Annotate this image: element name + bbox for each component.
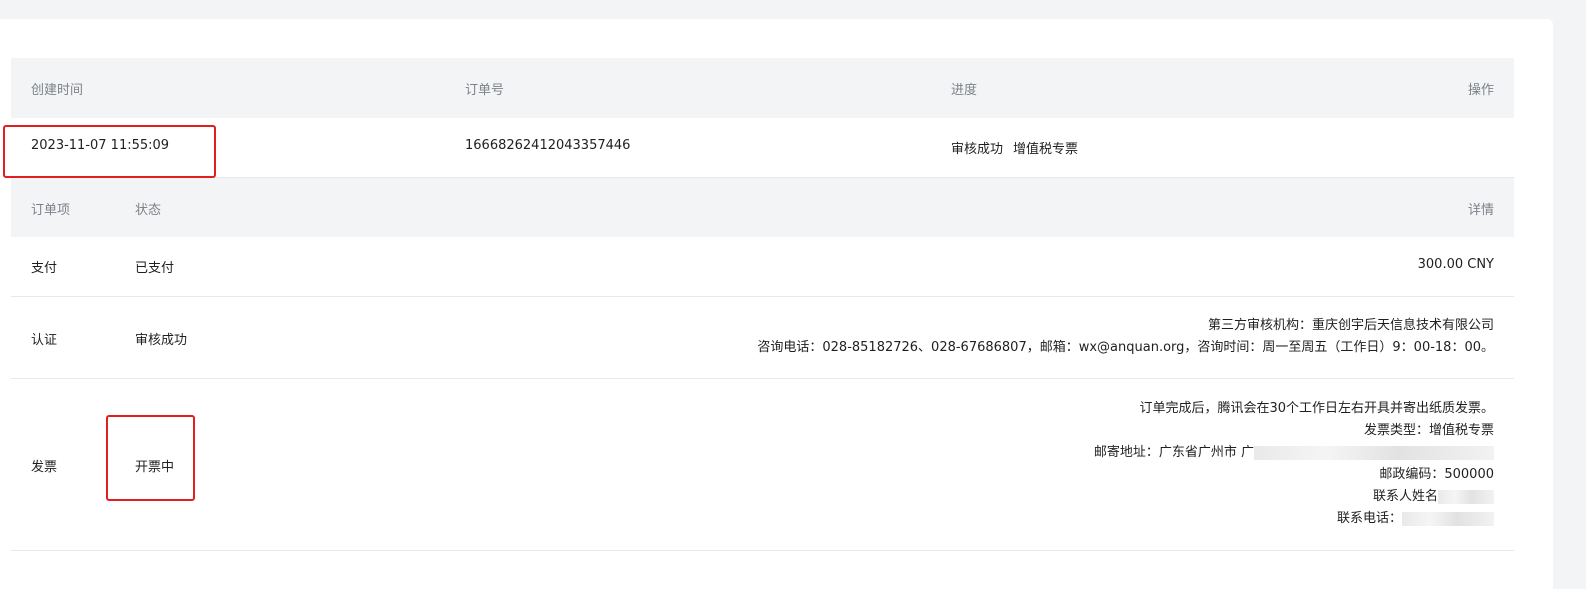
- header-order-item: 订单项: [31, 203, 71, 218]
- header-action: 操作: [1467, 83, 1494, 98]
- order-table-header: 创建时间 订单号 进度 操作: [11, 58, 1514, 118]
- invoice-postal-code: 邮政编码：500000: [1379, 467, 1494, 482]
- invoice-item: 发票: [31, 460, 58, 475]
- invoice-contact-phone: 联系电话：: [1094, 508, 1494, 530]
- invoice-contact-name: 联系人姓名: [1094, 486, 1494, 508]
- invoice-notice: 订单完成后，腾讯会在30个工作日左右开具并寄出纸质发票。: [1139, 401, 1494, 416]
- header-details: 详情: [1467, 203, 1494, 218]
- order-invoice-kind: 增值税专票: [1013, 142, 1079, 157]
- verification-agency: 第三方审核机构：重庆创宇后天信息技术有限公司: [1207, 318, 1494, 333]
- highlight-created-time: [3, 125, 216, 178]
- invoice-details: 订单完成后，腾讯会在30个工作日左右开具并寄出纸质发票。 发票类型：增值税专票 …: [1094, 398, 1494, 530]
- redacted-address: [1254, 445, 1494, 460]
- verification-contact: 咨询电话：028-85182726、028-67686807，邮箱：wx@anq…: [757, 340, 1494, 355]
- order-status-text: 审核成功: [951, 142, 1004, 157]
- payment-row: 支付 已支付 300.00 CNY: [11, 237, 1514, 297]
- header-order-number: 订单号: [465, 83, 505, 98]
- verification-item: 认证: [31, 333, 58, 348]
- invoice-address-text: 邮寄地址：广东省广州市 广: [1093, 445, 1254, 460]
- order-row: 2023-11-07 11:55:09 1666826241204335744​…: [11, 118, 1514, 178]
- invoice-mailing-address: 邮寄地址：广东省广州市 广: [1094, 442, 1494, 464]
- invoice-type: 发票类型：增值税专票: [1363, 423, 1494, 438]
- invoice-contact-name-label: 联系人姓名: [1372, 489, 1438, 504]
- verification-details: 第三方审核机构：重庆创宇后天信息技术有限公司 咨询电话：028-85182726…: [757, 315, 1494, 359]
- highlight-invoice-status: [106, 415, 195, 501]
- order-progress: 审核成功 增值税专票: [951, 138, 1078, 157]
- payment-status: 已支付: [135, 261, 175, 276]
- redacted-contact-name: [1438, 489, 1494, 504]
- order-number: 1666826241204335744​6: [465, 138, 631, 153]
- verification-row: 认证 审核成功 第三方审核机构：重庆创宇后天信息技术有限公司 咨询电话：028-…: [11, 297, 1514, 379]
- header-status: 状态: [135, 203, 162, 218]
- header-created-time: 创建时间: [31, 83, 84, 98]
- payment-item: 支付: [31, 261, 58, 276]
- items-table-header: 订单项 状态 详情: [11, 178, 1514, 237]
- verification-status: 审核成功: [135, 333, 188, 348]
- redacted-contact-phone: [1402, 511, 1494, 526]
- payment-amount: 300.00 CNY: [1417, 257, 1494, 272]
- invoice-contact-phone-label: 联系电话：: [1336, 511, 1402, 526]
- header-progress: 进度: [951, 83, 978, 98]
- invoice-row: 发票 开票中 订单完成后，腾讯会在30个工作日左右开具并寄出纸质发票。 发票类型…: [11, 379, 1514, 551]
